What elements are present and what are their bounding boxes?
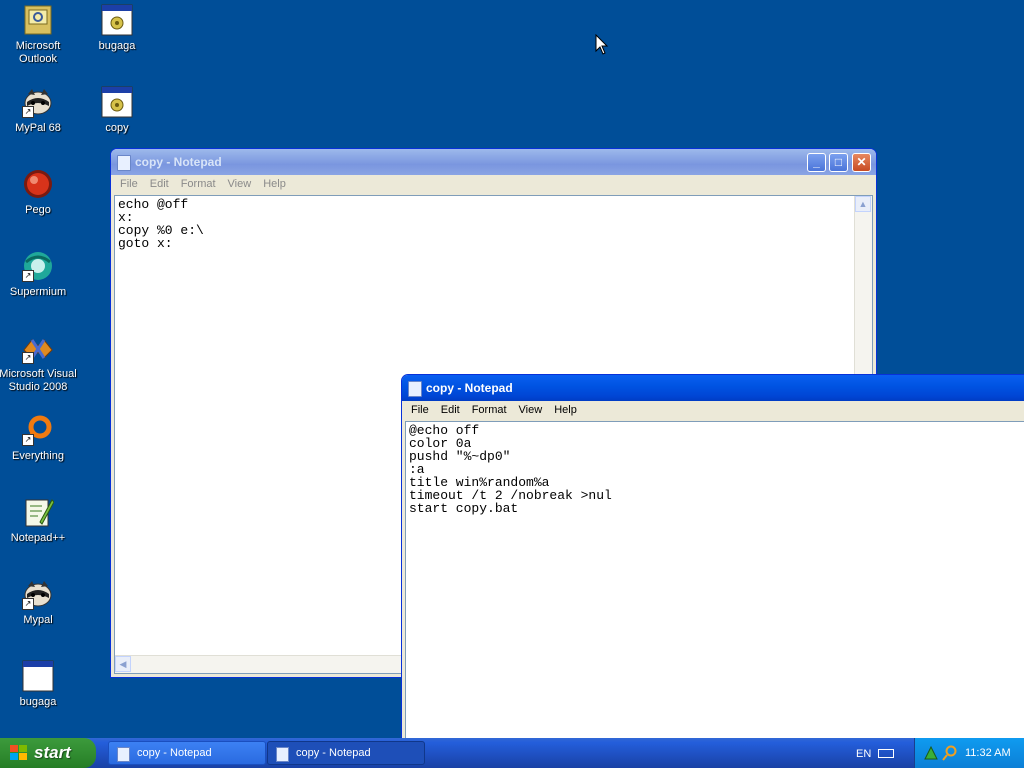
start-button[interactable]: start: [0, 738, 96, 768]
desktop-icon-everything[interactable]: ↗ Everything: [0, 414, 78, 463]
everything-search-icon: ↗: [22, 414, 54, 446]
text-line: x:: [118, 210, 134, 225]
desktop-icon-mypal-68[interactable]: ↗ MyPal 68: [0, 86, 78, 135]
menu-format[interactable]: Format: [466, 401, 513, 416]
batch-file-icon: [101, 4, 133, 36]
menu-file[interactable]: File: [114, 175, 144, 190]
keyboard-icon[interactable]: [878, 749, 894, 758]
menu-bar: File Edit Format View Help: [114, 175, 873, 195]
window-title: copy - Notepad: [426, 381, 513, 395]
notepad-icon: [276, 747, 289, 762]
mypal-icon: ↗: [22, 86, 54, 118]
scroll-up-icon[interactable]: ▲: [855, 196, 871, 212]
menu-format[interactable]: Format: [175, 175, 222, 190]
mouse-cursor-icon: [595, 33, 609, 59]
menu-help[interactable]: Help: [548, 401, 583, 416]
search-icon: [942, 745, 957, 761]
desktop-icon-copy[interactable]: copy: [77, 86, 157, 135]
menu-file[interactable]: File: [405, 401, 435, 416]
language-indicator[interactable]: EN: [856, 748, 871, 760]
text-line: @echo off: [409, 423, 480, 438]
maximize-button[interactable]: □: [829, 153, 848, 172]
notepad-icon: [408, 381, 422, 397]
network-icon: [924, 745, 938, 760]
taskbar-item-notepad-2[interactable]: copy - Notepad: [267, 741, 425, 765]
batch-file-icon: [101, 86, 133, 118]
menu-edit[interactable]: Edit: [144, 175, 175, 190]
supermium-icon: ↗: [22, 250, 54, 282]
desktop-icon-bugaga[interactable]: bugaga: [77, 4, 157, 53]
outlook-icon: [22, 4, 54, 36]
shortcut-arrow-icon: ↗: [22, 598, 34, 610]
menu-edit[interactable]: Edit: [435, 401, 466, 416]
scroll-left-icon[interactable]: ◀: [115, 656, 131, 672]
close-button[interactable]: ✕: [852, 153, 871, 172]
title-bar[interactable]: copy - Notepad _ □ ✕: [111, 149, 876, 175]
text-line: echo @off: [118, 197, 189, 212]
mypal-icon: ↗: [22, 578, 54, 610]
taskbar-item-notepad-1[interactable]: copy - Notepad: [108, 741, 266, 765]
desktop-icon-notepadpp[interactable]: Notepad++: [0, 496, 78, 545]
visual-studio-icon: ↗: [22, 332, 54, 364]
text-line: goto x:: [118, 236, 173, 251]
text-line: copy %0 e:\: [118, 223, 204, 238]
start-label: start: [34, 743, 71, 762]
title-bar[interactable]: copy - Notepad: [402, 375, 1024, 401]
shortcut-arrow-icon: ↗: [22, 352, 34, 364]
windows-logo-icon: [10, 745, 27, 760]
menu-help[interactable]: Help: [257, 175, 292, 190]
system-tray: 11:32 AM: [914, 738, 1024, 768]
menu-bar: File Edit Format View Help: [405, 401, 1024, 421]
batch-file-icon: [22, 660, 54, 692]
shortcut-arrow-icon: ↗: [22, 270, 34, 282]
desktop-icon-outlook[interactable]: Microsoft Outlook: [0, 4, 78, 66]
pego-icon: [22, 168, 54, 200]
menu-view[interactable]: View: [222, 175, 258, 190]
desktop-icon-bugaga-2[interactable]: bugaga: [0, 660, 78, 709]
text-line: start copy.bat: [409, 501, 519, 516]
shortcut-arrow-icon: ↗: [22, 106, 34, 118]
text-editor[interactable]: @echo off color 0a pushd "%~dp0" :a titl…: [405, 421, 1024, 750]
shortcut-arrow-icon: ↗: [22, 434, 34, 446]
notepad-icon: [117, 747, 130, 762]
desktop-icon-mypal[interactable]: ↗ Mypal: [0, 578, 78, 627]
desktop-icon-supermium[interactable]: ↗ Supermium: [0, 250, 78, 299]
notepad-window-2[interactable]: copy - Notepad File Edit Format View Help @e…: [401, 374, 1024, 754]
clock[interactable]: 11:32 AM: [965, 747, 1011, 759]
notepad-icon: [117, 155, 131, 171]
desktop: Microsoft Outlook bugaga ↗ MyPal 68 copy…: [0, 0, 1024, 754]
desktop-icon-visual-studio[interactable]: ↗ Microsoft Visual Studio 2008: [0, 332, 78, 394]
taskbar: start copy - Notepad copy - Notepad EN 1…: [0, 738, 1024, 768]
notepadpp-icon: [22, 496, 55, 528]
minimize-button[interactable]: _: [807, 153, 826, 172]
menu-view[interactable]: View: [513, 401, 549, 416]
text-line: pushd "%~dp0": [409, 449, 511, 464]
window-title: copy - Notepad: [135, 155, 222, 169]
desktop-icon-pego[interactable]: Pego: [0, 168, 78, 217]
